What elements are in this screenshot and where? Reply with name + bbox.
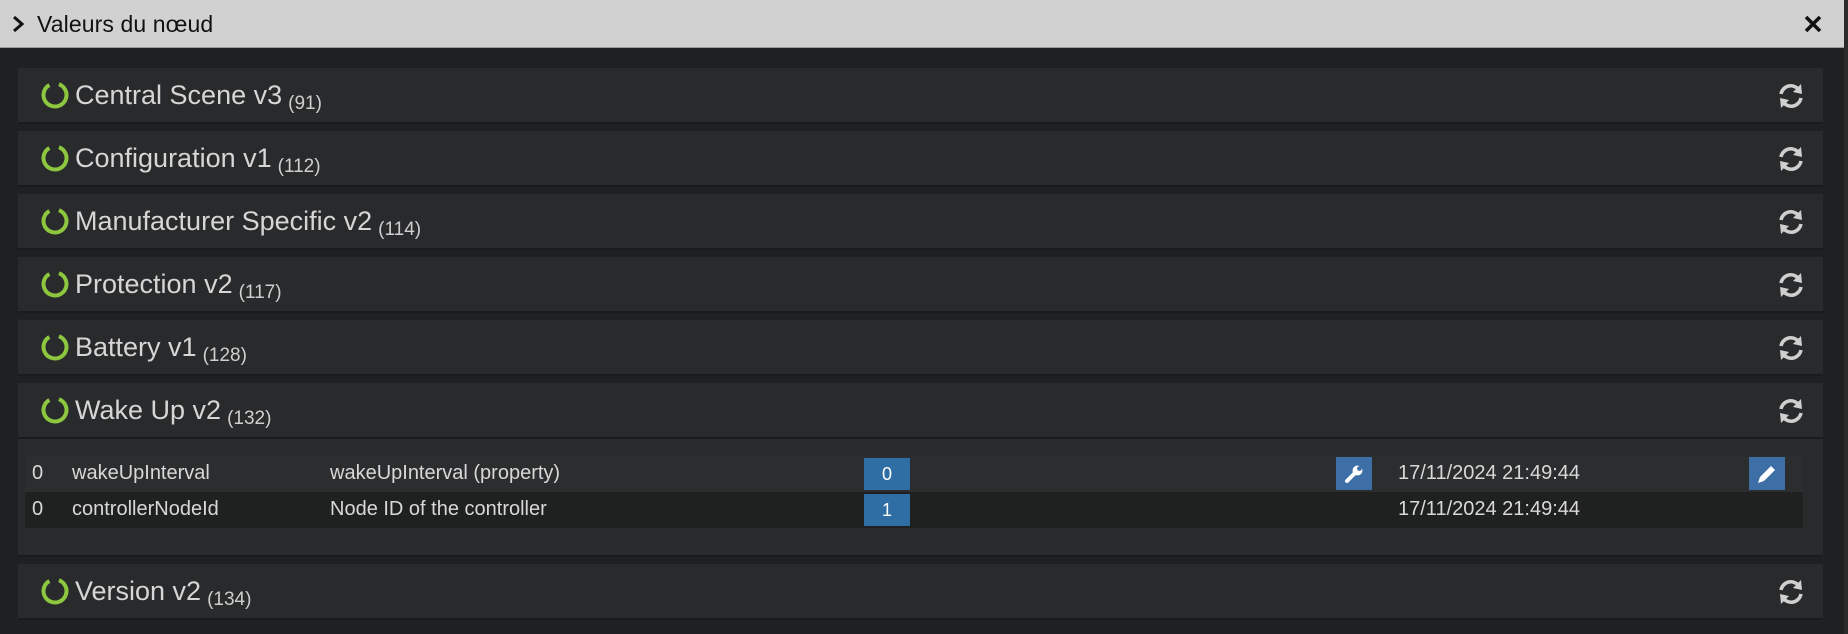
window-title: Valeurs du nœud (37, 11, 214, 37)
value-label: Node ID of the controller (330, 498, 547, 520)
refresh-icon[interactable] (1777, 145, 1805, 173)
value-timestamp: 17/11/2024 21:49:44 (1398, 498, 1581, 520)
panel-id: (91) (288, 93, 322, 114)
panel-title: Protection v2 (75, 269, 233, 299)
panel-central-scene[interactable]: Central Scene v3 (91) (18, 68, 1823, 124)
chevron-right-icon[interactable] (11, 14, 25, 34)
panel-battery[interactable]: Battery v1 (128) (18, 320, 1823, 376)
panel-manufacturer-specific[interactable]: Manufacturer Specific v2 (114) (18, 194, 1823, 250)
panel-id: (117) (238, 282, 282, 303)
panel-id: (114) (378, 219, 422, 240)
panel-title: Version v2 (75, 576, 202, 606)
window-edge (1844, 0, 1848, 634)
ring-icon (41, 333, 69, 361)
panel-title: Manufacturer Specific v2 (75, 206, 373, 236)
value-timestamp: 17/11/2024 21:49:44 (1398, 462, 1581, 484)
value-key: wakeUpInterval (72, 462, 210, 484)
value-key: controllerNodeId (72, 498, 219, 520)
wake-up-values-table: 0 wakeUpInterval wakeUpInterval (propert… (18, 439, 1823, 557)
panel-title: Wake Up v2 (75, 395, 222, 425)
refresh-icon[interactable] (1777, 397, 1805, 425)
ring-icon (41, 144, 69, 172)
ring-icon (41, 81, 69, 109)
panel-id: (134) (207, 589, 252, 610)
panel-version[interactable]: Version v2 (134) (18, 564, 1823, 620)
panel-title: Configuration v1 (75, 143, 272, 173)
ring-icon (41, 577, 69, 605)
close-icon[interactable] (1802, 13, 1824, 35)
value-index: 0 (32, 498, 44, 520)
value-label: wakeUpInterval (property) (330, 462, 561, 484)
refresh-icon[interactable] (1777, 82, 1805, 110)
window-titlebar: Valeurs du nœud (0, 0, 1848, 48)
ring-icon (41, 207, 69, 235)
ring-icon (41, 270, 69, 298)
refresh-icon[interactable] (1777, 334, 1805, 362)
wrench-icon (1345, 465, 1363, 483)
panel-id: (132) (227, 408, 272, 429)
value-index: 0 (32, 462, 44, 484)
table-row: 0 wakeUpInterval wakeUpInterval (propert… (25, 456, 1803, 492)
panel-protection[interactable]: Protection v2 (117) (18, 257, 1823, 313)
panel-wake-up[interactable]: Wake Up v2 (132) (18, 383, 1823, 439)
panel-title: Central Scene v3 (75, 80, 283, 110)
panel-configuration[interactable]: Configuration v1 (112) (18, 131, 1823, 187)
refresh-icon[interactable] (1777, 208, 1805, 236)
panel-id: (112) (277, 156, 321, 177)
edit-button[interactable] (1749, 457, 1785, 490)
value-badge: 0 (864, 458, 910, 490)
value-badge: 1 (864, 494, 910, 526)
ring-icon (41, 396, 69, 424)
table-row: 0 controllerNodeId Node ID of the contro… (25, 492, 1803, 528)
panel-id: (128) (202, 345, 247, 366)
refresh-icon[interactable] (1777, 271, 1805, 299)
panel-title: Battery v1 (75, 332, 197, 362)
pencil-icon (1758, 466, 1775, 483)
refresh-icon[interactable] (1777, 578, 1805, 606)
settings-button[interactable] (1336, 457, 1372, 490)
